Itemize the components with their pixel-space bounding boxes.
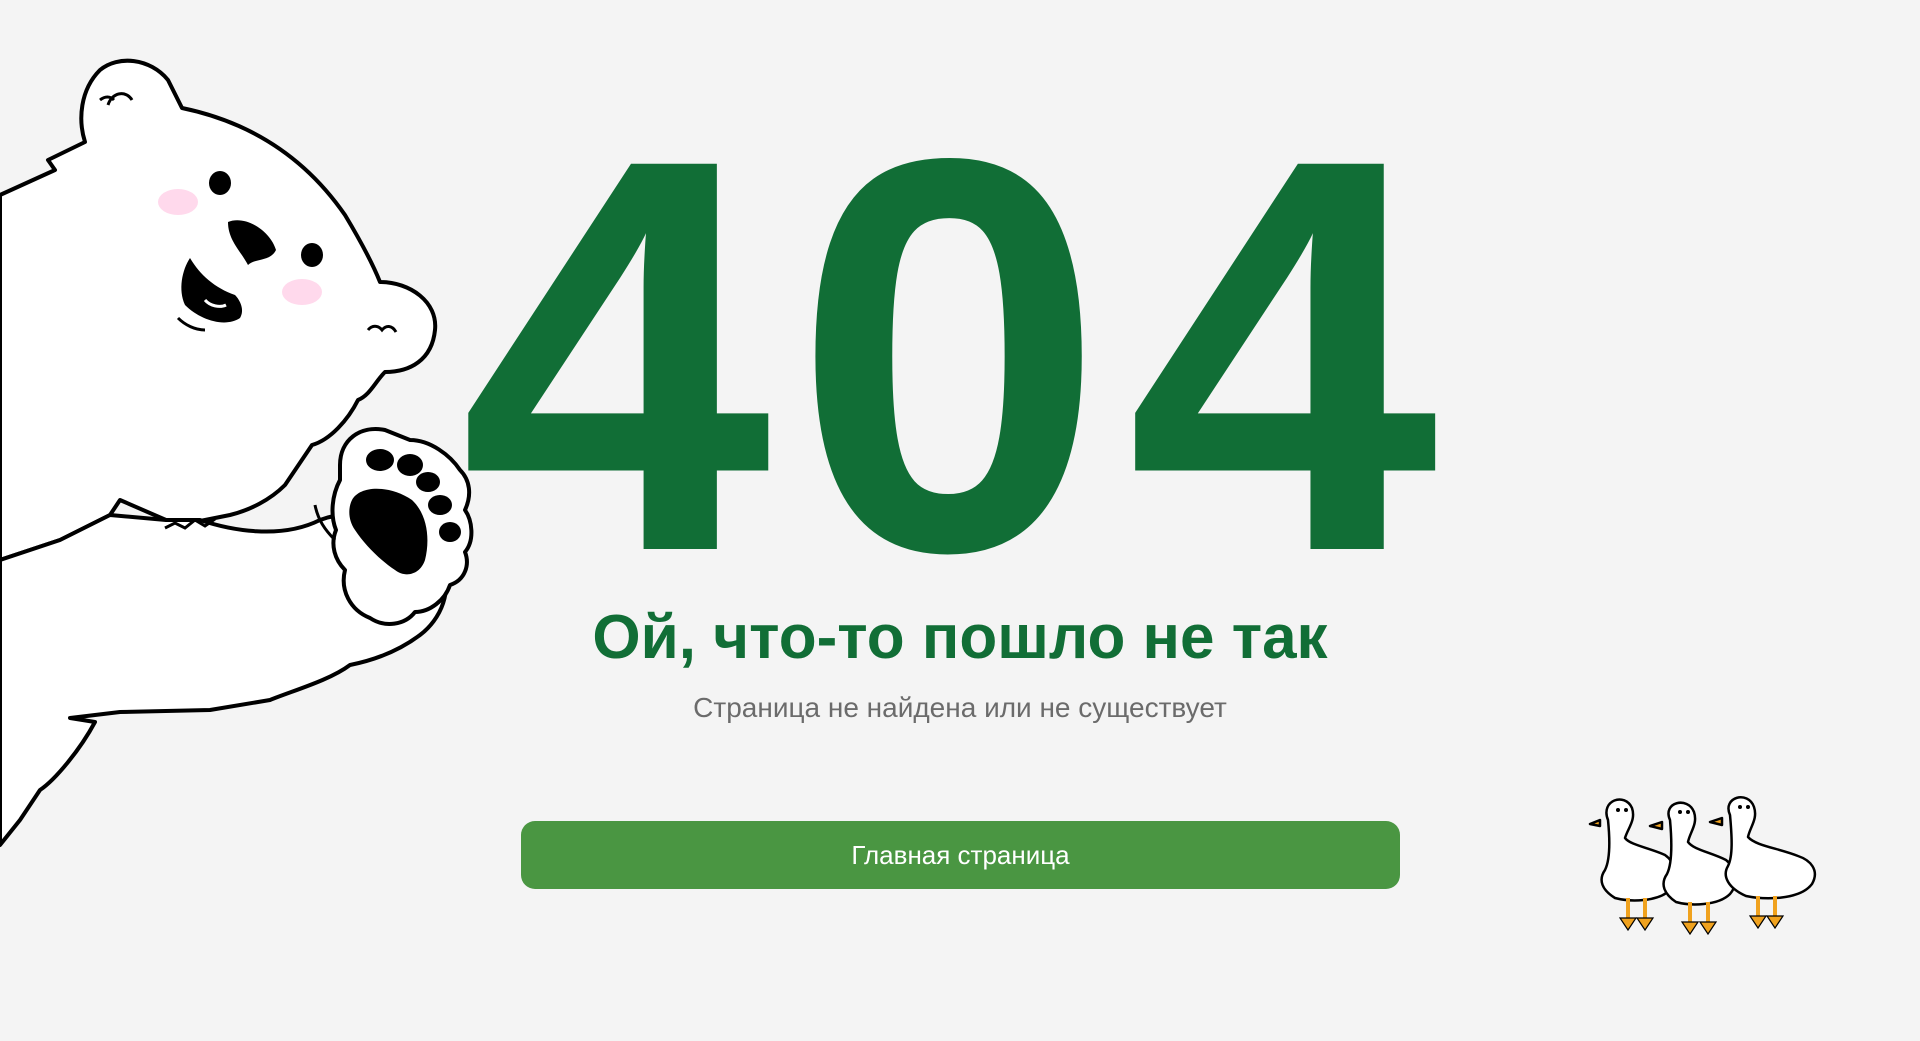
not-found-page: 404 Ой, что-то пошло не так Страница не … (0, 0, 1920, 1041)
home-page-button[interactable]: Главная страница (521, 821, 1400, 889)
geese-illustration (1588, 796, 1817, 936)
error-code: 404 (459, 42, 1461, 668)
page-subtitle: Страница не найдена или не существует (693, 692, 1227, 723)
page-title: Ой, что-то пошло не так (592, 603, 1328, 672)
